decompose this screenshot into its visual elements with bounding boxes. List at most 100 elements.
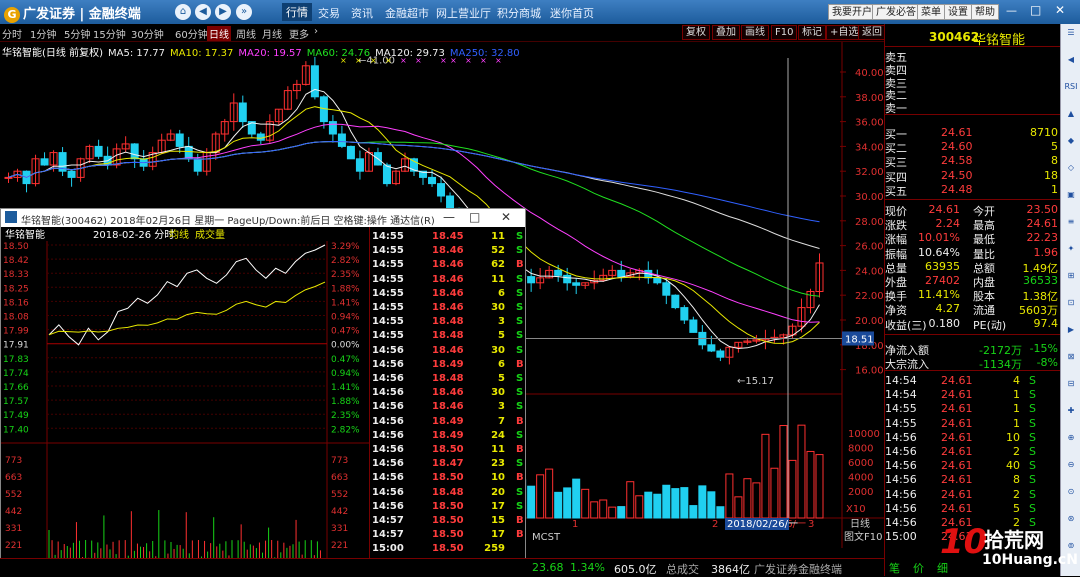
period-tab-5[interactable]: 60分钟 [175,26,208,41]
tick-time: 14:56 [372,500,404,512]
price-tick: 30.00 [855,192,884,203]
period-tab-4[interactable]: 30分钟 [131,26,164,41]
tick-side: S [516,344,524,356]
sidebar-tool-icon[interactable]: ☰ [1063,28,1079,42]
menu-yingyeting[interactable]: 网上营业厅 [436,5,491,21]
period-tab-6[interactable]: 日线 [207,26,231,41]
watermark: 10 拾荒网 10Huang.cN [940,522,1078,576]
minute-price-tick: 18.16 [3,298,29,308]
buy-level-volume: 8710 [1030,126,1058,139]
buy-level-volume: 8 [1051,154,1058,168]
sidebar-tool-icon[interactable]: RSI [1063,82,1079,96]
menu-zixun[interactable]: 资讯 [351,5,373,21]
add-favorite-button[interactable]: +自选 [826,25,863,40]
minute-pct-tick: 1.88% [331,397,360,407]
forward-icon[interactable]: ▶ [215,4,231,20]
period-tab-7[interactable]: 周线 [236,26,256,41]
more-caret-icon[interactable]: › [314,26,318,37]
mark-button[interactable]: 标记 [798,25,826,40]
return-button[interactable]: 返回 [858,25,886,40]
collapse-icon[interactable]: » [236,4,252,20]
sidebar-tool-icon[interactable]: ◆ [1063,136,1079,150]
trade-time: 14:56 [885,516,917,529]
trade-side: S [1029,388,1036,402]
trade-volume: 1 [1013,402,1020,416]
tick-side: B [516,472,524,484]
period-tab-3[interactable]: 15分钟 [93,26,126,41]
back-icon[interactable]: ◀ [195,4,211,20]
stat-value-2: 22.23 [1026,231,1059,245]
period-tab-1[interactable]: 1分钟 [30,26,56,41]
fuquan-button[interactable]: 复权 [682,25,710,40]
trade-price: 24.61 [941,402,973,416]
sidebar-tool-icon[interactable]: ⊕ [1063,433,1079,447]
sidebar-tool-icon[interactable]: ⊛ [1063,514,1079,528]
menu-mini-home[interactable]: 迷你首页 [550,5,594,21]
close-icon[interactable]: ✕ [1055,3,1065,17]
price-tick: 20.00 [855,316,884,327]
minimize-icon[interactable]: — [1006,4,1017,17]
minute-price-tick: 17.57 [3,397,29,407]
faq-button[interactable]: 广发必答 [872,4,920,20]
sidebar-tool-icon[interactable]: ⊙ [1063,487,1079,501]
sidebar-tool-icon[interactable]: ▣ [1063,190,1079,204]
sidebar-tool-icon[interactable]: ⊖ [1063,460,1079,474]
stat-value-2: 36533 [1023,274,1058,287]
sidebar-tool-icon[interactable]: ✦ [1063,244,1079,258]
tick-side: S [516,458,524,470]
sidebar-tool-icon[interactable]: ◀ [1063,55,1079,69]
home-icon[interactable]: ⌂ [175,4,191,20]
trade-side: S [1029,402,1036,416]
sidebar-tool-icon[interactable]: ⊠ [1063,352,1079,366]
period-tab-0[interactable]: 分时 [2,26,22,41]
draw-button[interactable]: 画线 [741,25,769,40]
sidebar-tool-icon[interactable]: ▶ [1063,325,1079,339]
popup-close-icon[interactable]: ✕ [501,210,511,224]
open-account-button[interactable]: 我要开户 [828,4,876,20]
sidebar-tool-icon[interactable]: ▲ [1063,109,1079,123]
sidebar-tool-icon[interactable]: ⊞ [1063,271,1079,285]
tick-price: 18.46 [432,401,464,413]
help-button[interactable]: 帮助 [971,4,999,20]
minute-price-tick: 17.40 [3,425,29,435]
minute-popup-window[interactable]: 华铭智能(300462) 2018年02月26日 星期一 PageUp/Down… [0,208,526,576]
period-tab-8[interactable]: 月线 [262,26,282,41]
overlay-button[interactable]: 叠加 [712,25,740,40]
menu-hangqing[interactable]: 行情 [282,3,312,21]
sidebar-tool-icon[interactable]: ✚ [1063,406,1079,420]
menu-jiaoyi[interactable]: 交易 [318,5,340,21]
sidebar-tool-icon[interactable]: ⊡ [1063,298,1079,312]
period-tab-9[interactable]: 更多 [289,26,309,41]
tick-side: B [516,529,524,541]
f10-button[interactable]: F10 [771,25,798,40]
candle [121,136,130,153]
popup-maximize-icon[interactable]: □ [469,210,480,224]
sidebar-tool-icon[interactable]: ≡ [1063,217,1079,231]
buy-level-price: 24.50 [941,168,973,182]
settings-button[interactable]: 设置 [944,4,972,20]
panel-tab-1[interactable]: 价 [913,560,924,576]
volume-bar [617,506,626,519]
popup-titlebar[interactable]: 华铭智能(300462) 2018年02月26日 星期一 PageUp/Down… [1,209,525,227]
popup-minimize-icon[interactable]: — [443,210,455,224]
menu-button[interactable]: 菜单 [917,4,945,20]
candle [662,278,671,305]
period-tab-2[interactable]: 5分钟 [64,26,90,41]
volume-bar [581,488,590,519]
trade-time: 14:56 [885,459,917,473]
sidebar-tool-icon[interactable]: ◇ [1063,163,1079,177]
minute-chart[interactable]: 华铭智能 2018-02-26 分时均线 成交量 18.50 3.29% 18.42 2.8… [1,227,369,575]
candle [346,145,355,160]
sidebar-tool-icon[interactable]: ⊟ [1063,379,1079,393]
maximize-icon[interactable]: □ [1030,3,1041,17]
tick-side: B [516,444,524,455]
app-brand: 广发证券 | 金融终端 [23,7,141,22]
candle [671,294,680,310]
trade-price: 24.61 [941,459,973,473]
menu-shangcheng[interactable]: 积分商城 [497,5,541,21]
candle [166,129,175,142]
panel-tab-0[interactable]: 笔 [889,560,900,576]
tick-side: S [516,387,524,399]
menu-chaoshi[interactable]: 金融超市 [385,5,429,21]
minute-price-tick: 17.49 [3,411,29,421]
